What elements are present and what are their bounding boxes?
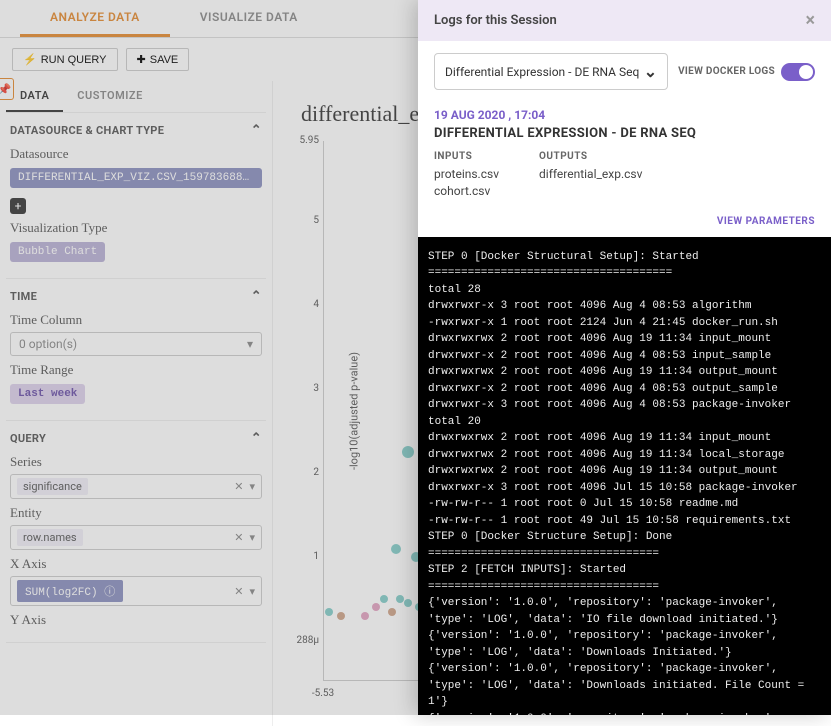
viztype-label: Visualization Type (10, 220, 262, 236)
bubble[interactable] (380, 595, 388, 603)
log-output[interactable]: STEP 0 [Docker Structural Setup]: Starte… (418, 237, 831, 715)
modal-title: Logs for this Session (434, 13, 557, 28)
section-query-header[interactable]: QUERY ⌃ (10, 431, 262, 446)
save-button[interactable]: ✚SAVE (126, 48, 190, 71)
plus-icon: ✚ (137, 53, 146, 66)
time-range-label: Time Range (10, 362, 262, 378)
lightning-icon: ⚡ (23, 53, 37, 66)
run-query-button[interactable]: ⚡RUN QUERY (12, 48, 118, 71)
y-tick: 1 (291, 551, 319, 562)
chevron-down-icon: ⌄ (644, 62, 657, 81)
entity-select[interactable]: row.names ✕▾ (10, 525, 262, 550)
series-select[interactable]: significance ✕▾ (10, 474, 262, 499)
inputs-label: INPUTS (434, 151, 499, 162)
time-column-select[interactable]: 0 option(s) ▾ (10, 332, 262, 356)
docker-logs-label: VIEW DOCKER LOGS (678, 66, 775, 77)
bubble[interactable] (337, 612, 345, 620)
time-range-value[interactable]: Last week (10, 384, 85, 404)
log-date: 19 AUG 2020 , 17:04 (434, 108, 815, 122)
entity-label: Entity (10, 505, 262, 521)
datasource-label: Datasource (10, 146, 262, 162)
caret-down-icon: ▾ (247, 337, 253, 351)
chevron-up-icon: ⌃ (251, 431, 262, 446)
y-axis-label: -log10(adjusted p-value) (348, 352, 361, 470)
viztype-value[interactable]: Bubble Chart (10, 242, 105, 262)
bubble[interactable] (404, 599, 412, 607)
xaxis-label: X Axis (10, 556, 262, 572)
bubble[interactable] (388, 608, 396, 616)
chevron-up-icon: ⌃ (251, 289, 262, 304)
y-tick: 2 (291, 467, 319, 478)
xaxis-select[interactable]: SUM(log2FC) ⓘ ✕▾ (10, 576, 262, 606)
outputs-label: OUTPUTS (539, 151, 642, 162)
y-tick: 4 (291, 299, 319, 310)
docker-logs-toggle[interactable] (781, 63, 815, 81)
time-column-label: Time Column (10, 312, 262, 328)
view-parameters-link[interactable]: VIEW PARAMETERS (418, 210, 831, 237)
bubble[interactable] (325, 608, 333, 616)
section-datasource-header[interactable]: DATASOURCE & CHART TYPE ⌃ (10, 123, 262, 138)
y-tick: 288µ (291, 635, 319, 646)
clear-icon[interactable]: ✕ (234, 480, 243, 493)
outputs-list: differential_exp.csv (539, 166, 642, 183)
config-sidebar: DATA CUSTOMIZE DATASOURCE & CHART TYPE ⌃… (0, 81, 273, 726)
pin-icon[interactable]: 📌 (0, 78, 14, 100)
caret-down-icon: ▾ (249, 531, 255, 544)
job-title: DIFFERENTIAL EXPRESSION - DE RNA SEQ (434, 126, 815, 141)
caret-down-icon: ▾ (249, 585, 255, 598)
tab-visualize[interactable]: VISUALIZE DATA (170, 0, 328, 37)
x-tick: -5.53 (312, 688, 334, 699)
y-tick: 3 (291, 383, 319, 394)
session-select[interactable]: Differential Expression - DE RNA Seq ⌄ (434, 53, 668, 90)
bubble[interactable] (391, 544, 401, 554)
subtab-customize[interactable]: CUSTOMIZE (63, 81, 156, 112)
y-tick: 5 (291, 215, 319, 226)
bubble[interactable] (361, 612, 369, 620)
clear-icon[interactable]: ✕ (234, 531, 243, 544)
caret-down-icon: ▾ (249, 480, 255, 493)
bubble[interactable] (396, 595, 404, 603)
y-tick: 5.95 (291, 135, 319, 146)
clear-icon[interactable]: ✕ (234, 585, 243, 598)
add-datasource-button[interactable]: + (10, 198, 26, 214)
bubble[interactable] (372, 603, 380, 611)
yaxis-label: Y Axis (10, 612, 262, 628)
logs-modal: Logs for this Session × Differential Exp… (418, 0, 831, 715)
tab-analyze[interactable]: ANALYZE DATA (20, 0, 170, 37)
chevron-up-icon: ⌃ (251, 123, 262, 138)
datasource-value[interactable]: DIFFERENTIAL_EXP_VIZ.CSV_1597836886.10 (10, 168, 262, 188)
bubble[interactable] (402, 446, 414, 458)
subtab-data[interactable]: DATA (6, 81, 63, 112)
series-label: Series (10, 454, 262, 470)
inputs-list: proteins.csvcohort.csv (434, 166, 499, 200)
section-time-header[interactable]: TIME ⌃ (10, 289, 262, 304)
close-icon[interactable]: × (805, 10, 815, 31)
